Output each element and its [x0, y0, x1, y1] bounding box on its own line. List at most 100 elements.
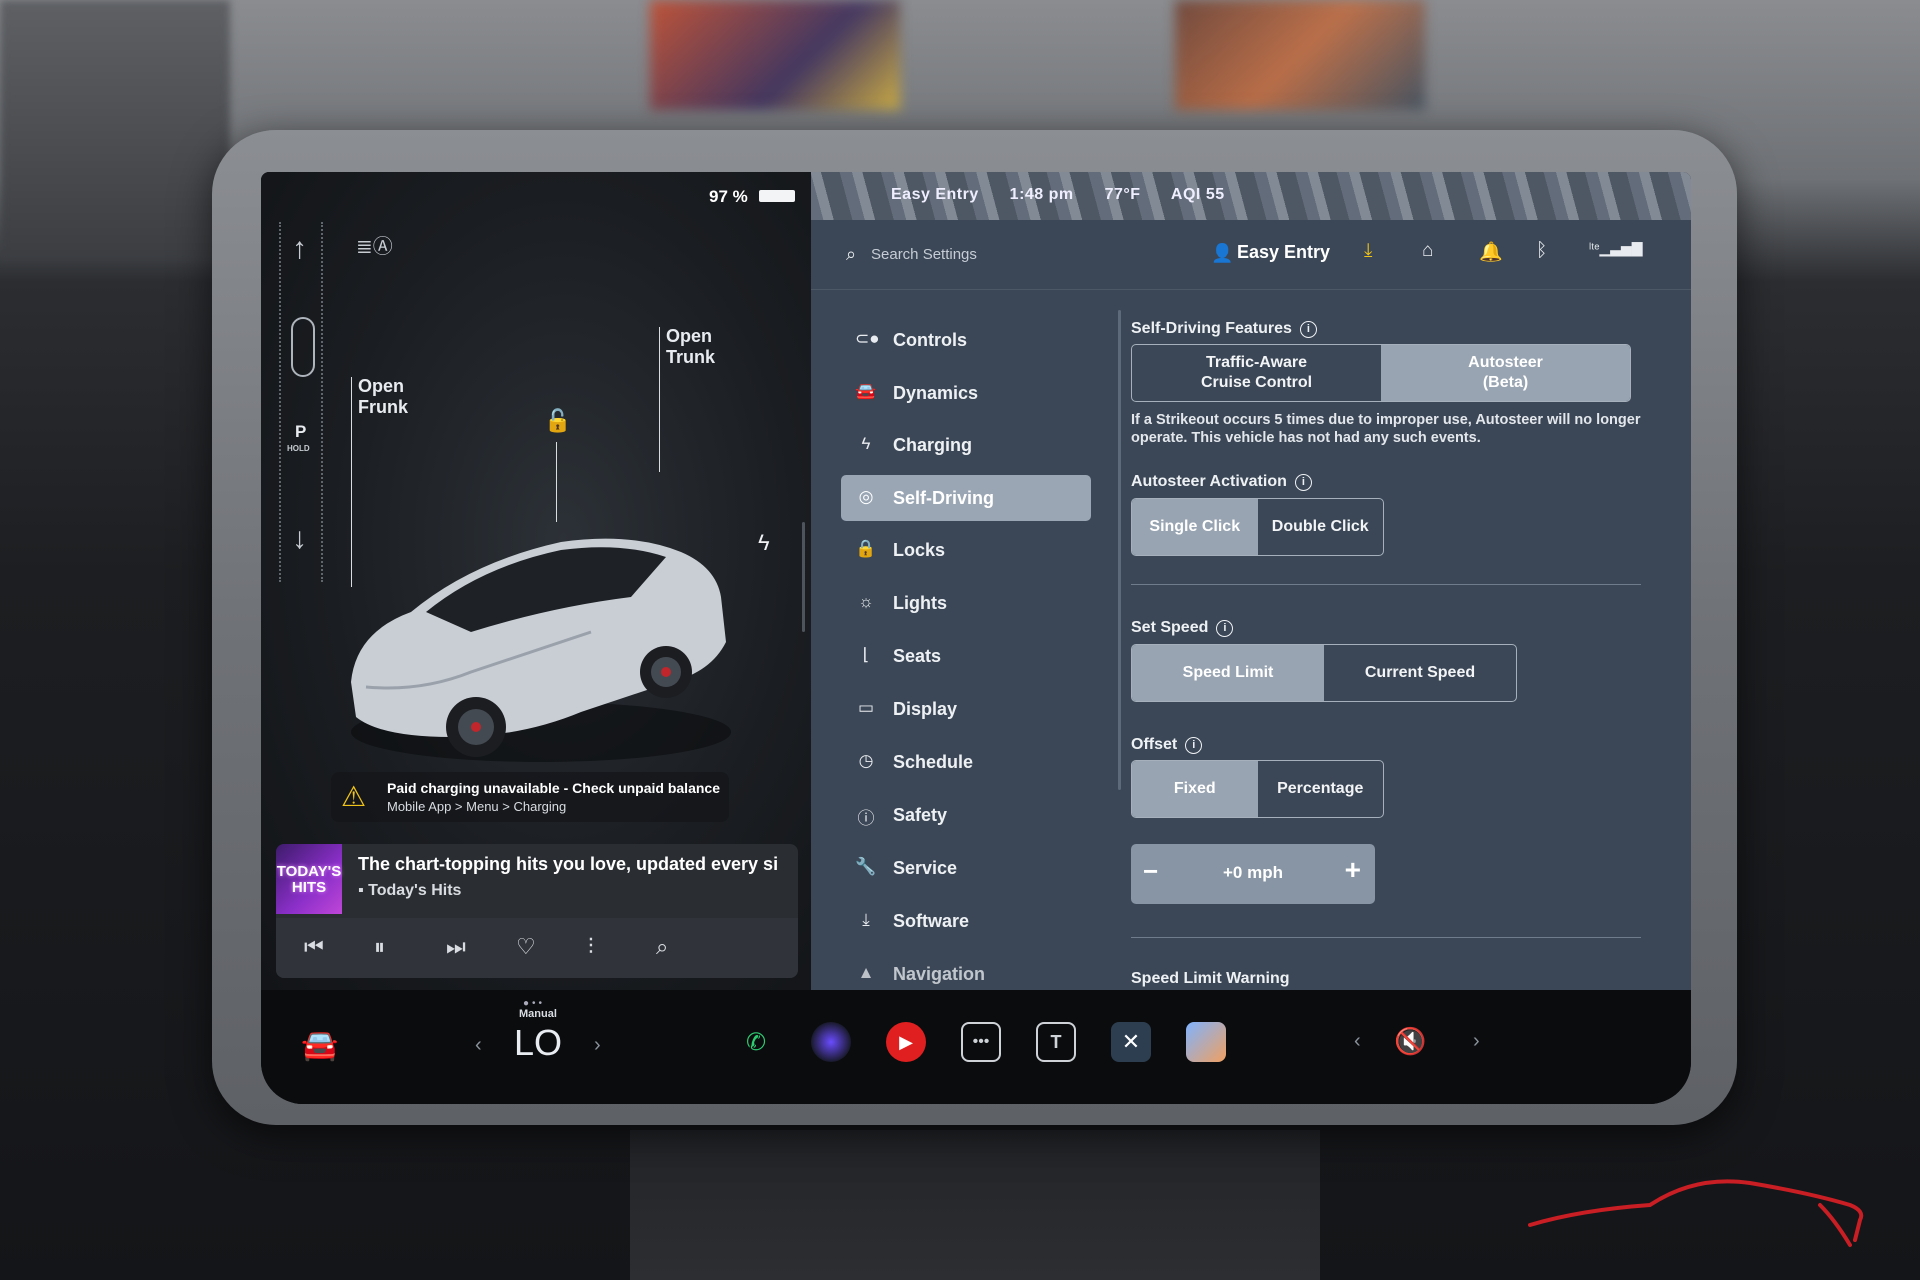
search-settings-input[interactable]: [871, 238, 1091, 270]
arrow-up-icon: ↑: [292, 232, 307, 265]
nav-item-display[interactable]: ▭ Display: [841, 686, 1091, 732]
car-model-image: [351, 538, 731, 762]
nav-item-label: Controls: [893, 330, 967, 350]
speed-limit-option[interactable]: Speed Limit: [1132, 645, 1324, 701]
wrench-icon: 🔧: [855, 857, 877, 876]
double-click-option[interactable]: Double Click: [1258, 499, 1384, 555]
favorite-heart-icon[interactable]: ♡: [516, 934, 536, 960]
open-frunk-button[interactable]: Open Frunk: [358, 376, 408, 418]
offset-segmented-control: Fixed Percentage: [1131, 760, 1384, 818]
nav-item-seats[interactable]: ⌊ Seats: [841, 633, 1091, 679]
media-title: The chart-topping hits you love, updated…: [358, 854, 779, 874]
increment-button[interactable]: +: [1345, 854, 1361, 886]
next-track-icon[interactable]: ⏭: [446, 934, 466, 960]
nav-item-service[interactable]: 🔧 Service: [841, 845, 1091, 891]
map-time: 1:48 pm: [1009, 186, 1074, 203]
home-icon[interactable]: ⌂: [1422, 240, 1433, 262]
autosteer-beta-option[interactable]: Autosteer (Beta): [1381, 345, 1630, 401]
background-wall: [0, 0, 230, 260]
battery-percent: 97 %: [709, 187, 748, 206]
self-driving-settings: Self-Driving Features i Traffic-Aware Cru…: [1131, 290, 1671, 990]
phone-icon[interactable]: ✆: [736, 1022, 776, 1062]
steering-wheel-icon: ◎: [858, 487, 874, 506]
map-temp: 77°F: [1104, 186, 1141, 203]
gear-selector[interactable]: ↑ P HOLD ↓: [279, 222, 323, 582]
fixed-option[interactable]: Fixed: [1132, 761, 1258, 817]
download-icon[interactable]: ⤓: [1364, 240, 1372, 262]
previous-track-icon[interactable]: ⏮: [304, 934, 324, 960]
alert-circle-icon: ⓘ: [857, 809, 875, 828]
nav-item-label: Safety: [893, 805, 948, 825]
nav-item-controls[interactable]: ⊂● Controls: [841, 317, 1091, 363]
nav-scrollbar[interactable]: [1118, 310, 1121, 790]
nav-item-dynamics[interactable]: 🚘 Dynamics: [841, 370, 1091, 416]
chevron-right-icon[interactable]: ›: [1473, 1030, 1480, 1053]
car-top-icon: [291, 317, 315, 377]
car-icon: 🚘: [855, 382, 877, 401]
nav-item-self-driving[interactable]: ◎ Self-Driving: [841, 475, 1091, 521]
info-icon[interactable]: i: [1185, 737, 1203, 754]
volume-muted-icon[interactable]: 🔇: [1394, 1026, 1426, 1057]
chevron-left-icon[interactable]: ‹: [475, 1034, 482, 1057]
search-icon[interactable]: ⌕: [656, 934, 668, 960]
nav-item-label: Seats: [893, 646, 942, 666]
background-artwork: [650, 0, 900, 110]
features-segmented-control: Traffic-Aware Cruise Control Autosteer (…: [1131, 344, 1631, 402]
nav-item-lights[interactable]: ☼ Lights: [841, 580, 1091, 626]
pause-icon[interactable]: ⏸: [374, 934, 385, 960]
shuffle-icon[interactable]: ✕: [1111, 1022, 1151, 1062]
open-trunk-button[interactable]: Open Trunk: [666, 326, 715, 368]
media-source-label: Today's Hits: [368, 882, 462, 899]
car-silhouette-logo: [1528, 1179, 1864, 1247]
nav-item-software[interactable]: ⤓ Software: [841, 898, 1091, 944]
info-icon[interactable]: i: [1299, 321, 1317, 338]
chevron-right-icon[interactable]: ›: [594, 1034, 601, 1057]
car-icon[interactable]: 🚘: [301, 1028, 338, 1063]
nav-item-locks[interactable]: 🔒 Locks: [841, 527, 1091, 573]
bluetooth-icon[interactable]: ᛒ: [1536, 240, 1547, 262]
traffic-aware-cruise-control-option[interactable]: Traffic-Aware Cruise Control: [1132, 345, 1381, 401]
nav-item-safety[interactable]: ⓘ Safety: [841, 792, 1091, 838]
media-player-icon[interactable]: ▶: [886, 1022, 926, 1062]
photo-app-icon[interactable]: [1186, 1022, 1226, 1062]
single-click-option[interactable]: Single Click: [1132, 499, 1258, 555]
warning-icon: ⚠: [341, 781, 367, 812]
camera-icon[interactable]: [811, 1022, 851, 1062]
info-icon[interactable]: i: [1216, 620, 1234, 637]
nav-item-label: Self-Driving: [893, 488, 995, 508]
seat-icon: ⌊: [862, 645, 870, 664]
map-aqi: AQI 55: [1170, 186, 1225, 203]
nav-item-label: Service: [893, 858, 958, 878]
background-artwork: [1175, 0, 1425, 110]
driver-profile-button[interactable]: Easy Entry: [1237, 242, 1330, 263]
nav-item-schedule[interactable]: ◷ Schedule: [841, 739, 1091, 785]
toybox-icon[interactable]: T: [1036, 1022, 1076, 1062]
offset-heading: Offset i: [1131, 736, 1203, 754]
panel-scrollbar[interactable]: [802, 522, 805, 632]
set-speed-heading: Set Speed i: [1131, 619, 1234, 637]
map-profile: Easy Entry: [891, 186, 979, 203]
section-divider: [1131, 937, 1641, 938]
lock-icon: 🔒: [855, 539, 877, 558]
activation-heading: Autosteer Activation i: [1131, 473, 1312, 491]
settings-nav: ⊂● Controls 🚘 Dynamics ϟ Charging ◎ Self-Dri…: [811, 290, 1106, 990]
nav-item-charging[interactable]: ϟ Charging: [841, 422, 1091, 468]
more-icon[interactable]: •••: [961, 1022, 1001, 1062]
chevron-left-icon[interactable]: ‹: [1354, 1030, 1361, 1053]
charging-alert[interactable]: ⚠ Paid charging unavailable - Check unpa…: [331, 772, 729, 822]
activation-title: Autosteer Activation: [1131, 473, 1287, 490]
nav-item-label: Lights: [893, 593, 947, 613]
bell-icon[interactable]: 🔔: [1479, 240, 1503, 264]
unlock-icon[interactable]: 🔓: [544, 408, 571, 434]
equalizer-icon[interactable]: ⫶: [588, 934, 594, 960]
nav-item-label: Software: [893, 911, 970, 931]
percentage-option[interactable]: Percentage: [1258, 761, 1384, 817]
media-player[interactable]: TODAY'S HITS The chart-topping hits you …: [276, 844, 798, 978]
offset-title: Offset: [1131, 736, 1178, 753]
charge-port-icon[interactable]: ϟ: [758, 530, 770, 556]
strikeout-note: If a Strikeout occurs 5 times due to imp…: [1131, 412, 1641, 446]
info-icon[interactable]: i: [1294, 474, 1312, 491]
climate-temperature[interactable]: LO: [514, 1022, 562, 1064]
current-speed-option[interactable]: Current Speed: [1324, 645, 1516, 701]
settings-panel: Easy Entry 1:48 pm 77°F AQI 55 ⌕ 👤 Easy …: [811, 172, 1691, 990]
